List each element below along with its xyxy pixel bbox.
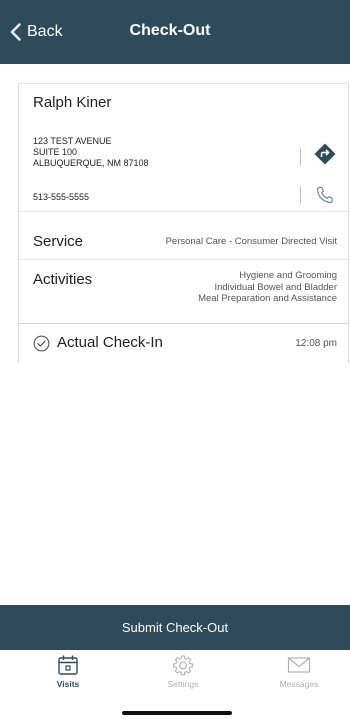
tab-label: Visits — [56, 679, 80, 689]
home-indicator — [122, 711, 232, 715]
visit-details-card: Ralph Kiner 123 TEST AVENUE SUITE 100 AL… — [18, 83, 349, 363]
address-line-3: ALBUQUERQUE, NM 87108 — [33, 158, 149, 168]
envelope-icon — [287, 657, 311, 673]
tab-messages[interactable]: Messages — [249, 654, 349, 689]
tab-bar: Visits Settings Messages — [0, 650, 350, 719]
service-value: Personal Care - Consumer Directed Visit — [165, 236, 337, 247]
tab-visits[interactable]: Visits — [18, 654, 118, 689]
client-phone[interactable]: 513-555-5555 — [33, 192, 89, 202]
activity-item: Individual Bowel and Bladder — [214, 281, 337, 293]
navigation-bar: Back Check-Out — [0, 0, 350, 64]
checkin-label: Actual Check-In — [57, 334, 163, 351]
address-line-2: SUITE 100 — [33, 147, 78, 157]
client-name: Ralph Kiner — [33, 94, 112, 111]
divider — [300, 186, 301, 204]
service-label: Service — [33, 233, 84, 250]
divider — [300, 148, 301, 166]
activities-label: Activities — [33, 271, 93, 288]
check-circle-icon — [33, 335, 50, 352]
activities-row: Activities Hygiene and Grooming Individu… — [19, 260, 349, 322]
address-line-1: 123 TEST AVENUE — [33, 136, 112, 146]
actual-checkin-row: Actual Check-In 12:08 pm — [19, 324, 349, 364]
submit-label: Submit Check-Out — [121, 620, 229, 635]
calendar-icon — [58, 655, 78, 675]
checkin-time: 12:08 pm — [295, 338, 337, 349]
phone-icon[interactable] — [315, 185, 335, 205]
activity-item: Hygiene and Grooming — [239, 270, 337, 281]
page-title: Check-Out — [129, 22, 211, 39]
client-address[interactable]: 123 TEST AVENUE SUITE 100 ALBUQUERQUE, N… — [33, 136, 149, 169]
submit-checkout-button[interactable]: Submit Check-Out — [0, 605, 350, 650]
service-row: Service Personal Care - Consumer Directe… — [19, 212, 349, 258]
gear-icon — [173, 655, 193, 676]
tab-label: Messages — [279, 679, 319, 689]
tab-label: Settings — [167, 679, 199, 689]
activity-item: Meal Preparation and Assistance — [198, 293, 337, 304]
tab-settings[interactable]: Settings — [133, 654, 233, 689]
activities-list: Hygiene and Grooming Individual Bowel an… — [198, 270, 337, 305]
directions-icon[interactable] — [313, 142, 337, 166]
